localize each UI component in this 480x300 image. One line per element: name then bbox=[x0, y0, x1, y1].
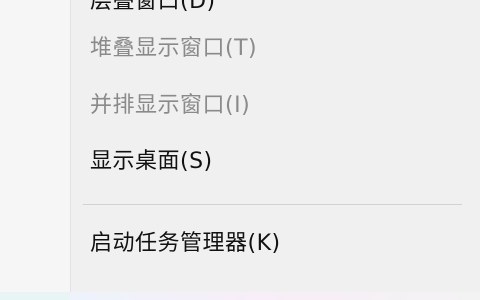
menu-item-label: 启动任务管理器(K) bbox=[90, 231, 281, 256]
menu-item-side-by-side-windows[interactable]: 并排显示窗口(I) bbox=[71, 84, 480, 122]
menu-item-label: 层叠窗口(D) bbox=[90, 0, 216, 14]
desktop-background bbox=[0, 0, 70, 300]
taskbar-edge bbox=[70, 292, 480, 300]
menu-item-show-desktop[interactable]: 显示桌面(S) bbox=[71, 140, 480, 178]
menu-item-label: 显示桌面(S) bbox=[90, 149, 213, 174]
menu-separator bbox=[83, 204, 462, 205]
taskbar-context-menu: 层叠窗口(D) 堆叠显示窗口(T) 并排显示窗口(I) 显示桌面(S) 启动任务… bbox=[70, 0, 480, 292]
taskbar-edge-left bbox=[0, 292, 70, 300]
menu-item-cascade-windows[interactable]: 层叠窗口(D) bbox=[71, 0, 480, 18]
menu-item-label: 堆叠显示窗口(T) bbox=[90, 36, 258, 61]
menu-item-start-task-manager[interactable]: 启动任务管理器(K) bbox=[71, 222, 480, 260]
menu-item-stack-windows[interactable]: 堆叠显示窗口(T) bbox=[71, 27, 480, 65]
menu-item-label: 并排显示窗口(I) bbox=[90, 93, 251, 118]
